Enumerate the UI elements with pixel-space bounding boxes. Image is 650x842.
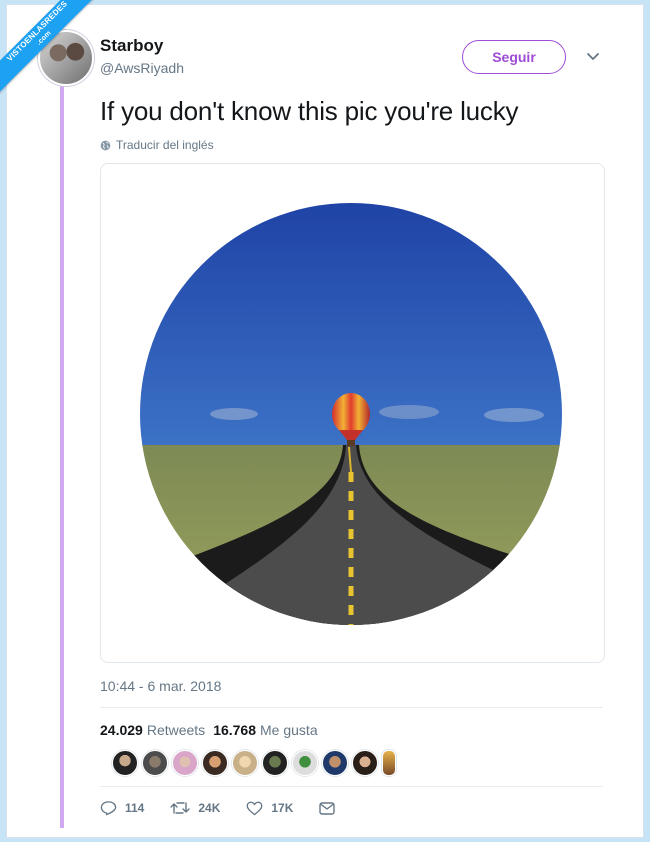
retweets-count: 24.029 [100,722,143,738]
liker-avatar[interactable] [172,750,198,776]
liker-avatar[interactable] [322,750,348,776]
retweet-icon [170,802,191,814]
globe-icon [100,140,111,150]
direct-message-button[interactable] [319,801,336,815]
display-name[interactable]: Starboy [100,36,163,56]
chevron-down-icon[interactable] [586,52,600,62]
liker-avatar[interactable] [112,750,138,776]
translate-link[interactable]: Traducir del inglés [100,138,214,152]
tweet-photo-container[interactable] [100,163,605,663]
like-button[interactable]: 17K [246,801,293,816]
liker-avatar[interactable] [292,750,318,776]
retweets-stat[interactable]: 24.029 Retweets [100,722,205,738]
like-count: 17K [271,801,294,815]
thread-line [60,86,64,828]
user-handle[interactable]: @AwsRiyadh [100,60,184,76]
translate-label[interactable]: Traducir del inglés [116,138,214,152]
follow-button[interactable]: Seguir [462,40,566,74]
mail-icon [319,801,336,815]
divider [100,786,603,787]
likes-stat[interactable]: 16.768 Me gusta [213,722,317,738]
tweet-timestamp[interactable]: 10:44 - 6 mar. 2018 [100,678,221,694]
likes-label: Me gusta [260,722,318,738]
liker-avatars [112,750,396,776]
reply-count: 114 [125,801,145,815]
reply-icon [100,801,117,816]
tweet-text: If you don't know this pic you're lucky [100,96,519,126]
liker-avatar[interactable] [352,750,378,776]
liker-avatar[interactable] [202,750,228,776]
liker-avatar[interactable] [262,750,288,776]
liker-avatar[interactable] [232,750,258,776]
retweet-button[interactable]: 24K [170,801,220,815]
reply-button[interactable]: 114 [100,800,144,816]
tweet-photo [140,203,562,625]
divider [100,707,603,708]
tweet-stats: 24.029 Retweets 16.768 Me gusta [100,722,318,738]
likes-count: 16.768 [213,722,257,738]
liker-avatar[interactable] [382,750,396,776]
liker-avatar[interactable] [142,750,168,776]
retweet-count: 24K [198,801,221,815]
retweets-label: Retweets [146,722,206,738]
heart-icon [247,801,263,815]
tweet-actions: 114 24K 17K [100,800,361,816]
